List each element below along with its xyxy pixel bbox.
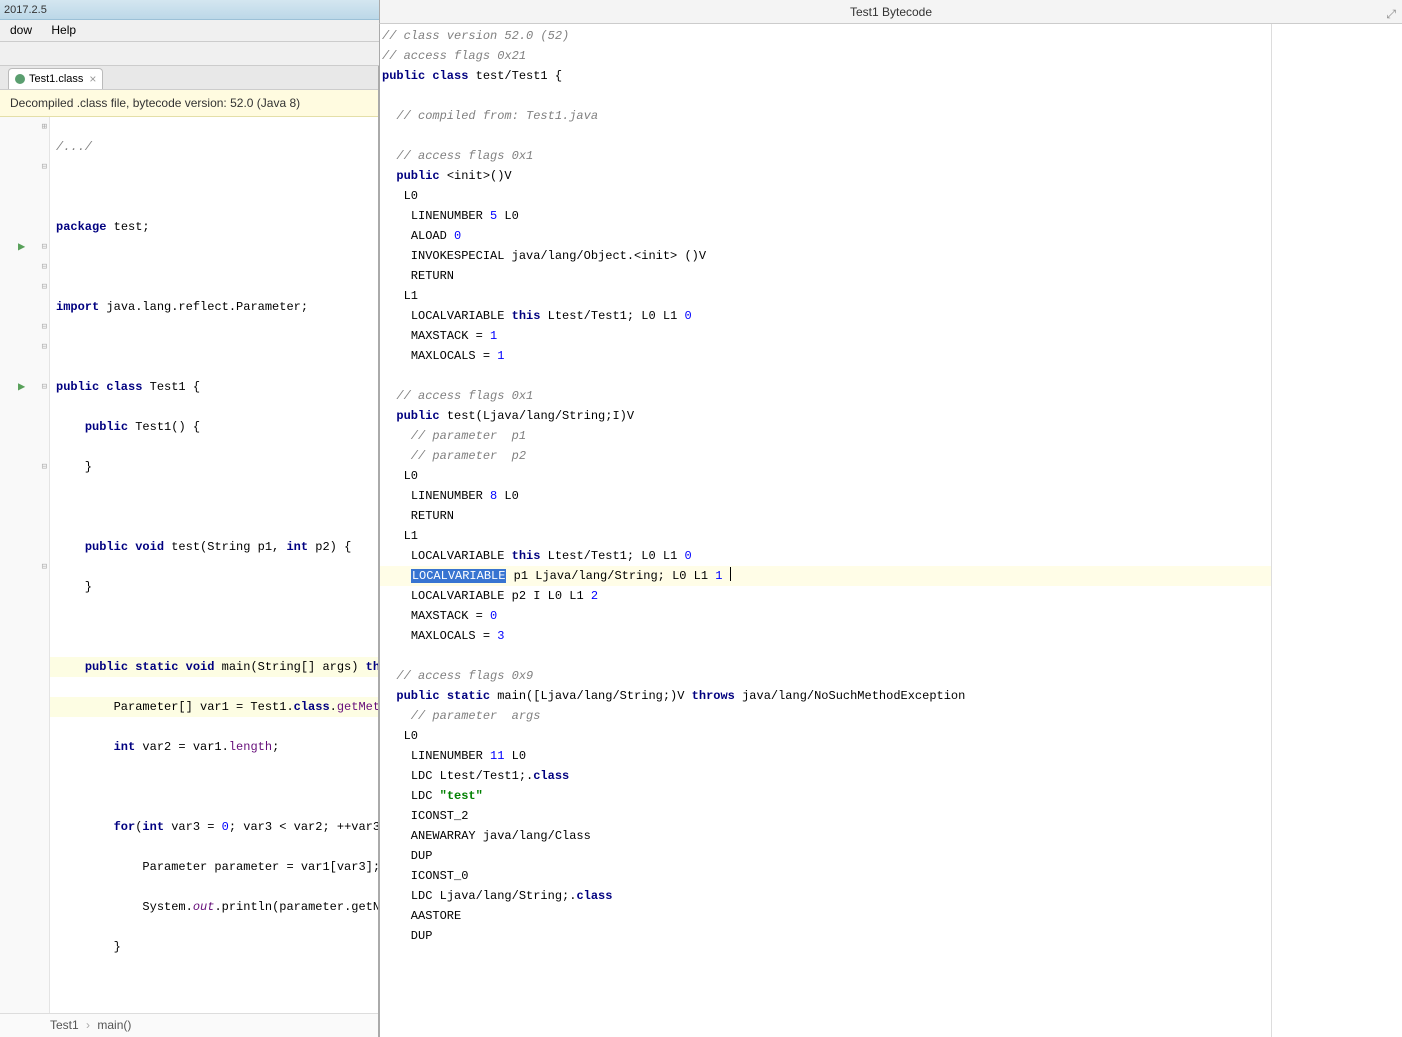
ide-version: 2017.2.5 (4, 4, 47, 16)
class-file-icon (15, 74, 25, 84)
bytecode-line[interactable]: public <init>()V (380, 166, 1271, 186)
bytecode-line[interactable]: LINENUMBER 5 L0 (380, 206, 1271, 226)
fold-icon[interactable]: ⊟ (42, 337, 47, 357)
bytecode-line[interactable]: // access flags 0x9 (380, 666, 1271, 686)
hide-toolwindow-icon[interactable]: ⤢ (1386, 2, 1396, 26)
bytecode-line[interactable]: L0 (380, 726, 1271, 746)
bytecode-line[interactable]: DUP (380, 846, 1271, 866)
menu-window[interactable]: dow (2, 20, 40, 40)
bytecode-line[interactable]: public class test/Test1 { (380, 66, 1271, 86)
bytecode-line[interactable]: // compiled from: Test1.java (380, 106, 1271, 126)
bytecode-line[interactable]: ALOAD 0 (380, 226, 1271, 246)
bytecode-line[interactable]: LDC Ltest/Test1;.class (380, 766, 1271, 786)
bytecode-line[interactable]: // parameter p2 (380, 446, 1271, 466)
bytecode-line[interactable]: L1 (380, 286, 1271, 306)
bytecode-line[interactable]: // access flags 0x1 (380, 386, 1271, 406)
bytecode-line[interactable]: ANEWARRAY java/lang/Class (380, 826, 1271, 846)
bytecode-line[interactable]: LINENUMBER 11 L0 (380, 746, 1271, 766)
bytecode-line[interactable] (380, 86, 1271, 106)
bytecode-line[interactable]: AASTORE (380, 906, 1271, 926)
run-gutter-icon[interactable]: ▶ (18, 377, 25, 397)
editor-tabs: Test1.class × (0, 66, 378, 90)
bytecode-line[interactable]: LOCALVARIABLE this Ltest/Test1; L0 L1 0 (380, 546, 1271, 566)
menu-bar: dow Help (0, 20, 379, 42)
fold-icon[interactable]: ⊟ (42, 557, 47, 577)
ide-titlebar: 2017.2.5 (0, 0, 379, 20)
breadcrumb: Test1 › main() (0, 1013, 378, 1037)
toolbar (0, 42, 379, 66)
bytecode-line[interactable]: MAXSTACK = 0 (380, 606, 1271, 626)
fold-icon[interactable]: ⊞ (42, 117, 47, 137)
bytecode-line[interactable]: L0 (380, 466, 1271, 486)
bytecode-marker-column (1272, 24, 1402, 1037)
source-code[interactable]: /.../ package test; import java.lang.ref… (50, 117, 378, 1013)
bytecode-line[interactable] (380, 366, 1271, 386)
decompiled-banner: Decompiled .class file, bytecode version… (0, 90, 378, 117)
fold-icon[interactable]: ⊟ (42, 257, 47, 277)
bytecode-line[interactable]: RETURN (380, 266, 1271, 286)
editor-panel: Test1.class × Decompiled .class file, by… (0, 66, 379, 1037)
breadcrumb-class[interactable]: Test1 (50, 1018, 79, 1032)
bytecode-line[interactable]: L1 (380, 526, 1271, 546)
bytecode-line[interactable]: DUP (380, 926, 1271, 946)
bytecode-line[interactable]: L0 (380, 186, 1271, 206)
close-icon[interactable]: × (89, 72, 96, 86)
fold-icon[interactable]: ⊟ (42, 457, 47, 477)
fold-icon[interactable]: ⊟ (42, 277, 47, 297)
bytecode-line[interactable]: // access flags 0x21 (380, 46, 1271, 66)
tab-label: Test1.class (29, 73, 83, 85)
bytecode-toolwindow-title: Test1 Bytecode ⤢ (379, 0, 1402, 24)
bytecode-line[interactable]: MAXLOCALS = 1 (380, 346, 1271, 366)
bytecode-line[interactable]: MAXSTACK = 1 (380, 326, 1271, 346)
bytecode-line[interactable]: // access flags 0x1 (380, 146, 1271, 166)
editor-gutter: ⊞ ⊟ ▶ ⊟ ⊟ ⊟ ⊟ ⊟ ▶ ⊟ ⊟ ⊟ (0, 117, 50, 1013)
breadcrumb-method[interactable]: main() (97, 1018, 131, 1032)
bytecode-line[interactable] (380, 646, 1271, 666)
bytecode-line[interactable]: LDC Ljava/lang/String;.class (380, 886, 1271, 906)
bytecode-line[interactable]: // class version 52.0 (52) (380, 26, 1271, 46)
source-editor[interactable]: ⊞ ⊟ ▶ ⊟ ⊟ ⊟ ⊟ ⊟ ▶ ⊟ ⊟ ⊟ /.../ package te… (0, 117, 378, 1013)
bytecode-line[interactable]: LINENUMBER 8 L0 (380, 486, 1271, 506)
bytecode-line[interactable]: INVOKESPECIAL java/lang/Object.<init> ()… (380, 246, 1271, 266)
bytecode-line[interactable]: RETURN (380, 506, 1271, 526)
bytecode-line[interactable]: LOCALVARIABLE this Ltest/Test1; L0 L1 0 (380, 306, 1271, 326)
chevron-right-icon: › (86, 1018, 90, 1032)
bytecode-line[interactable]: LDC "test" (380, 786, 1271, 806)
bytecode-title: Test1 Bytecode (850, 5, 932, 19)
tab-test1-class[interactable]: Test1.class × (8, 68, 103, 89)
bytecode-line[interactable]: // parameter args (380, 706, 1271, 726)
bytecode-line[interactable]: public test(Ljava/lang/String;I)V (380, 406, 1271, 426)
bytecode-line[interactable]: LOCALVARIABLE p2 I L0 L1 2 (380, 586, 1271, 606)
bytecode-line[interactable]: ICONST_2 (380, 806, 1271, 826)
bytecode-line[interactable] (380, 126, 1271, 146)
bytecode-line[interactable]: public static main([Ljava/lang/String;)V… (380, 686, 1271, 706)
bytecode-line[interactable]: // parameter p1 (380, 426, 1271, 446)
fold-icon[interactable]: ⊟ (42, 237, 47, 257)
menu-help[interactable]: Help (43, 20, 84, 40)
bytecode-editor[interactable]: // class version 52.0 (52)// access flag… (380, 24, 1272, 1037)
fold-icon[interactable]: ⊟ (42, 317, 47, 337)
fold-icon[interactable]: ⊟ (42, 377, 47, 397)
fold-icon[interactable]: ⊟ (42, 157, 47, 177)
bytecode-line[interactable]: ICONST_0 (380, 866, 1271, 886)
bytecode-line[interactable]: MAXLOCALS = 3 (380, 626, 1271, 646)
bytecode-panel: // class version 52.0 (52)// access flag… (379, 24, 1402, 1037)
bytecode-line[interactable]: LOCALVARIABLE p1 Ljava/lang/String; L0 L… (380, 566, 1271, 586)
run-gutter-icon[interactable]: ▶ (18, 237, 25, 257)
